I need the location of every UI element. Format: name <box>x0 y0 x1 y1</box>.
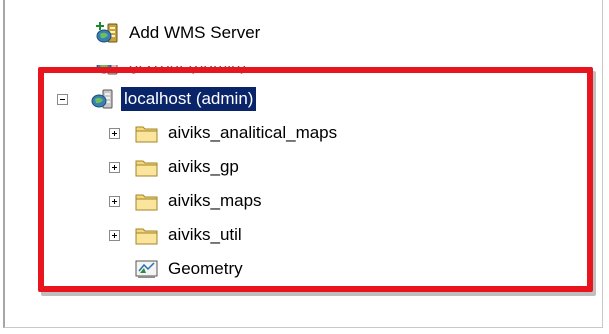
expand-toggle[interactable] <box>109 229 120 241</box>
tree-item-label: aiviks_maps <box>168 191 262 210</box>
tree-item-add-wms-server[interactable]: Add WMS Server <box>95 18 263 48</box>
expand-toggle[interactable] <box>109 161 120 173</box>
tree-item-label: gis1out (admin) <box>129 55 247 74</box>
tree-item-geometry[interactable]: Geometry <box>134 254 246 284</box>
server-icon <box>95 65 121 77</box>
tree-item-folder[interactable]: aiviks_util <box>109 220 245 250</box>
server-icon <box>90 87 116 111</box>
tree-item-label: aiviks_gp <box>168 157 239 176</box>
tree-item-gis1out[interactable]: gis1out (admin) <box>95 50 249 80</box>
tree-panel: Add WMS Server gis1out (admin) localhost… <box>3 0 603 328</box>
add-server-icon <box>95 21 121 45</box>
tree-item-label: aiviks_util <box>168 225 242 244</box>
tree-item-folder[interactable]: aiviks_gp <box>109 152 242 182</box>
folder-icon <box>134 155 160 179</box>
tree-item-label: Geometry <box>168 259 243 278</box>
tree-item-folder[interactable]: aiviks_maps <box>109 186 265 216</box>
tree-item-label: Add WMS Server <box>129 23 261 42</box>
tree-item-folder[interactable]: aiviks_analitical_maps <box>109 118 340 148</box>
expand-toggle[interactable] <box>109 195 120 207</box>
tree-item-label: localhost (admin) <box>121 87 257 111</box>
expand-toggle[interactable] <box>109 127 120 139</box>
folder-icon <box>134 223 160 247</box>
tree-item-label: aiviks_analitical_maps <box>168 123 338 142</box>
folder-icon <box>134 121 160 145</box>
folder-icon <box>134 189 160 213</box>
geometry-service-icon <box>134 257 160 281</box>
collapse-toggle[interactable] <box>57 93 68 105</box>
tree-item-localhost[interactable]: localhost (admin) <box>57 84 257 114</box>
